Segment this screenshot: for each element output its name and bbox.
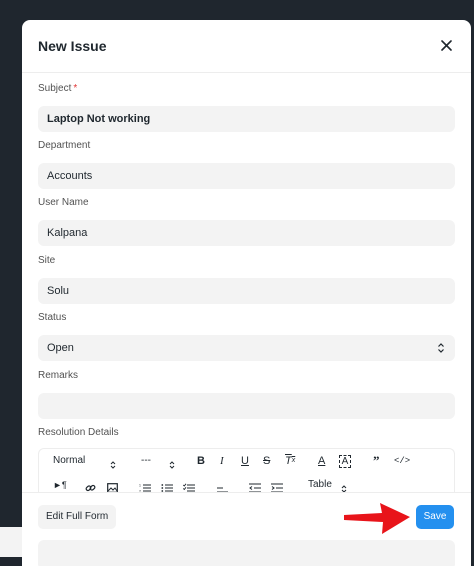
svg-text:1: 1 bbox=[139, 484, 141, 488]
subject-input[interactable]: Laptop Not working bbox=[38, 106, 455, 132]
close-button[interactable] bbox=[435, 34, 457, 56]
edit-full-form-button[interactable]: Edit Full Form bbox=[38, 505, 117, 529]
resolution-details-field: Resolution Details bbox=[38, 426, 455, 440]
remarks-input[interactable] bbox=[38, 393, 455, 419]
editor-content-area[interactable] bbox=[38, 540, 455, 566]
status-label: Status bbox=[38, 312, 67, 323]
user-name-label: User Name bbox=[38, 197, 89, 208]
bold-icon[interactable]: B bbox=[197, 453, 205, 469]
resolution-details-label: Resolution Details bbox=[38, 427, 119, 438]
dialog-header: New Issue bbox=[22, 20, 471, 73]
user-name-input[interactable]: Kalpana bbox=[38, 220, 455, 246]
subject-label: Subject * bbox=[38, 83, 78, 94]
underline-icon[interactable]: U bbox=[241, 453, 249, 469]
department-label: Department bbox=[38, 140, 91, 151]
status-field: Status Open bbox=[38, 311, 455, 361]
remarks-label: Remarks bbox=[38, 370, 79, 381]
required-mark: * bbox=[73, 83, 78, 94]
subject-field: Subject * Laptop Not working bbox=[38, 82, 455, 132]
status-value: Open bbox=[47, 342, 74, 354]
backdrop-strip bbox=[0, 527, 22, 557]
department-field: Department Accounts bbox=[38, 139, 455, 189]
site-input[interactable]: Solu bbox=[38, 278, 455, 304]
paragraph-style-picker[interactable]: Normal bbox=[53, 453, 85, 469]
close-icon bbox=[440, 39, 452, 51]
remarks-field: Remarks bbox=[38, 369, 455, 419]
text-color-icon[interactable]: A bbox=[318, 453, 325, 469]
clear-format-icon[interactable]: Tx bbox=[285, 453, 295, 469]
text-direction-icon[interactable]: ►¶ bbox=[53, 477, 67, 493]
blockquote-icon[interactable]: ” bbox=[373, 453, 380, 469]
save-button[interactable]: Save bbox=[416, 505, 454, 529]
dialog-title: New Issue bbox=[38, 38, 107, 54]
strikethrough-icon[interactable]: S bbox=[263, 453, 270, 469]
status-select[interactable]: Open bbox=[38, 335, 455, 361]
toolbar-row-1: Normal --- B I U S Tx A A ” </> bbox=[39, 453, 456, 477]
italic-icon[interactable]: I bbox=[220, 453, 224, 469]
user-name-field: User Name Kalpana bbox=[38, 196, 455, 246]
code-block-icon[interactable]: </> bbox=[394, 453, 410, 469]
table-picker[interactable]: Table bbox=[308, 477, 332, 493]
background-color-icon[interactable]: A bbox=[339, 455, 351, 468]
new-issue-dialog: New Issue Subject * Laptop Not working De… bbox=[22, 20, 471, 566]
select-arrows-icon bbox=[438, 343, 444, 353]
font-size-picker[interactable]: --- bbox=[141, 453, 151, 469]
site-field: Site Solu bbox=[38, 254, 455, 304]
site-label: Site bbox=[38, 255, 56, 266]
paragraph-style-arrows-icon bbox=[110, 461, 116, 469]
font-size-arrows-icon bbox=[169, 461, 175, 469]
annotation-arrow-icon bbox=[344, 503, 410, 534]
department-input[interactable]: Accounts bbox=[38, 163, 455, 189]
